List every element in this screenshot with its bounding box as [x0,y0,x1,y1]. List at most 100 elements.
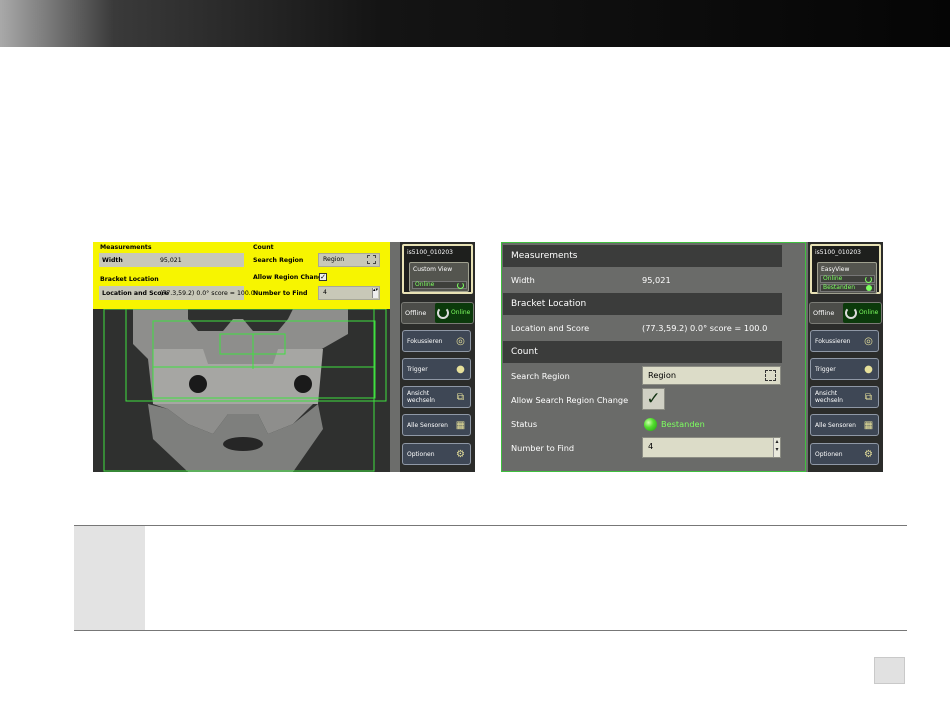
bracket-header: Bracket Location [100,276,159,283]
all-sensors-button[interactable]: Alle Sensoren ▦ [402,414,471,436]
status-value: Bestanden [661,419,705,429]
allow-change-checkbox[interactable]: ✓ [319,273,327,281]
all-sensors-label: Alle Sensoren [815,422,856,429]
sensor-box: is5100_010203 EasyView Online Bestanden [810,244,881,294]
number-find-field[interactable]: 4 ▴▾ [318,286,380,300]
trigger-button[interactable]: Trigger ● [810,358,879,380]
mode-online: Online [859,309,879,316]
search-region-field[interactable]: Region [318,253,380,267]
change-view-icon: ⧉ [864,392,873,403]
mode-toggle[interactable]: Offline Online [401,302,474,324]
location-label: Location and Score [102,290,169,297]
number-find-field[interactable]: 4 ▴▾ [642,437,781,458]
mode-toggle[interactable]: Offline Online [809,302,882,324]
focus-button[interactable]: Fokussieren ◎ [402,330,471,352]
power-icon [437,307,449,319]
bracket-image [93,309,390,472]
trigger-icon: ● [456,364,465,375]
easy-view-screen: Measurements Width 95,021 Bracket Locati… [501,242,883,472]
search-region-label: Search Region [511,371,570,381]
options-label: Optionen [407,451,435,458]
overlay-panel: Measurements Width 95,021 Bracket Locati… [93,242,390,309]
location-label: Location and Score [511,323,590,333]
header-bar [0,0,950,47]
trigger-label: Trigger [815,366,836,373]
view-title: Custom View [413,266,453,273]
allow-change-checkbox[interactable]: ✓ [642,388,665,410]
sensor-id: is5100_010203 [407,249,453,256]
view-result-row: Bestanden [820,284,875,292]
allow-change-label: Allow Region Change [253,274,327,281]
focus-button[interactable]: Fokussieren ◎ [810,330,879,352]
width-value: 95,021 [160,257,182,264]
trigger-button[interactable]: Trigger ● [402,358,471,380]
number-find-value: 4 [323,289,327,296]
region-icon [367,255,376,264]
change-view-button[interactable]: Ansicht wechseln ⧉ [402,386,471,408]
sensor-box: is5100_010203 Custom View Online [402,244,473,294]
focus-icon: ◎ [456,336,465,347]
sidebar: is5100_010203 EasyView Online Bestanden … [808,242,883,472]
view-status: Online [823,275,843,282]
number-find-value: 4 [648,441,654,451]
note-box [74,525,907,631]
status-led-icon [644,418,657,431]
pass-led-icon [866,285,872,291]
mode-online: Online [451,309,471,316]
search-region-label: Search Region [253,257,304,264]
status-label: Status [511,419,538,429]
view-status-row: Online [412,281,467,289]
count-section: Count [503,341,782,363]
width-value: 95,021 [642,275,671,285]
change-view-icon: ⧉ [456,392,465,403]
count-header: Count [253,244,274,251]
power-icon [845,307,857,319]
mode-offline: Offline [405,309,427,317]
note-icon-column [74,526,145,630]
custom-view-screen: Measurements Width 95,021 Bracket Locati… [93,242,475,472]
spinner-icon[interactable]: ▴▾ [372,288,378,298]
location-value: (77.3,59.2) 0.0° score = 100.0 [160,290,255,297]
search-region-field[interactable]: Region [642,366,781,385]
spinner-icon[interactable]: ▴▾ [773,438,780,457]
camera-image [93,309,390,472]
page-number-box [874,657,905,684]
sidebar: is5100_010203 Custom View Online Offline… [400,242,475,472]
width-label: Width [511,275,535,285]
change-view-label: Ansicht wechseln [815,390,843,404]
number-find-label: Number to Find [511,443,575,453]
options-button[interactable]: Optionen ⚙ [810,443,879,465]
view-selector[interactable]: EasyView Online Bestanden [817,262,877,294]
view-selector[interactable]: Custom View Online [409,262,469,292]
gear-icon: ⚙ [456,449,465,460]
sensor-id: is5100_010203 [815,249,861,256]
power-icon [865,276,872,283]
search-region-value: Region [323,256,345,263]
width-label: Width [102,257,123,264]
view-result: Bestanden [823,284,856,291]
view-status-row: Online [820,275,875,283]
mode-online-box: Online [843,303,881,323]
focus-label: Fokussieren [815,338,851,345]
focus-icon: ◎ [864,336,873,347]
number-find-label: Number to Find [253,290,308,297]
results-form: Measurements Width 95,021 Bracket Locati… [501,242,806,472]
grid-icon: ▦ [863,420,874,431]
trigger-icon: ● [864,364,873,375]
measurements-section: Measurements [503,245,782,267]
view-title: EasyView [821,266,850,273]
mode-online-box: Online [435,303,473,323]
all-sensors-label: Alle Sensoren [407,422,448,429]
change-view-button[interactable]: Ansicht wechseln ⧉ [810,386,879,408]
trigger-label: Trigger [407,366,428,373]
bracket-section: Bracket Location [503,293,782,315]
measurements-header: Measurements [100,244,152,251]
mode-offline: Offline [813,309,835,317]
options-button[interactable]: Optionen ⚙ [402,443,471,465]
options-label: Optionen [815,451,843,458]
allow-change-label: Allow Search Region Change [511,395,629,405]
grid-icon: ▦ [455,420,466,431]
search-region-value: Region [648,370,677,380]
all-sensors-button[interactable]: Alle Sensoren ▦ [810,414,879,436]
change-view-label: Ansicht wechseln [407,390,435,404]
